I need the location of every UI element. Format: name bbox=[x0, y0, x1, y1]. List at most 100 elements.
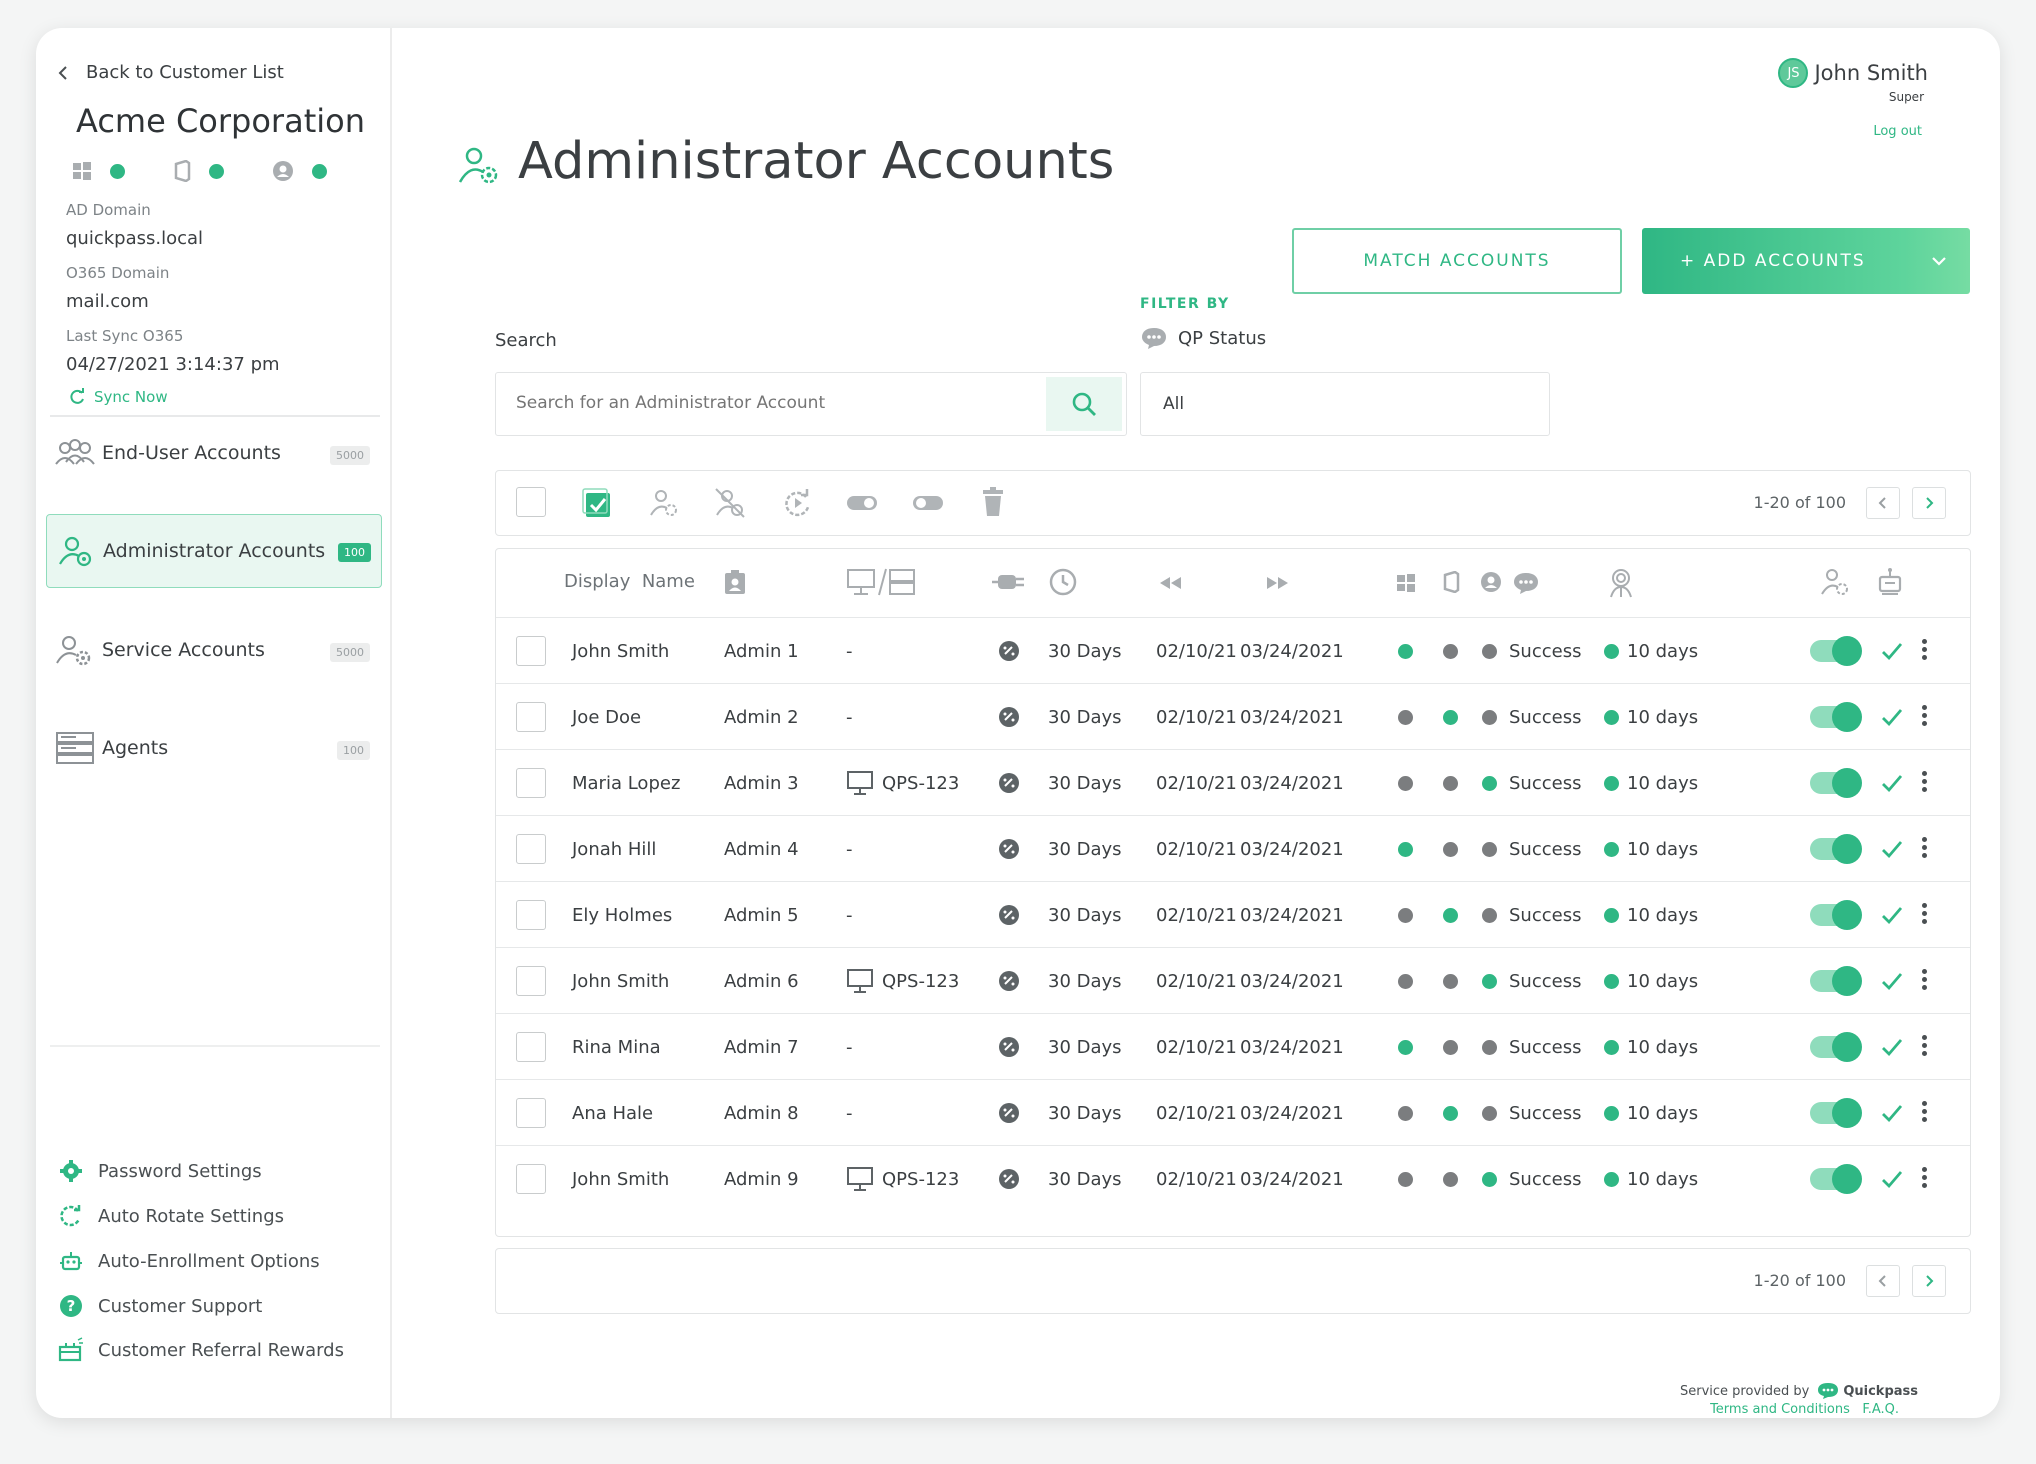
remove-admin-icon[interactable] bbox=[714, 487, 746, 519]
windows-status-dot bbox=[1398, 709, 1413, 725]
qp-status-text: Success bbox=[1509, 706, 1582, 728]
table-row[interactable]: Ely Holmes Admin 5 - 30 Days 02/10/21 03/24/2… bbox=[496, 881, 1970, 947]
row-checkbox[interactable] bbox=[516, 702, 546, 732]
count-badge: 5000 bbox=[330, 446, 370, 465]
user-status-dot bbox=[1482, 907, 1497, 923]
password-policy-cell bbox=[998, 1146, 1020, 1212]
account-toggle[interactable] bbox=[1810, 1164, 1862, 1194]
table-row[interactable]: Maria Lopez Admin 3 QPS-123 30 Days 02/10/21… bbox=[496, 749, 1970, 815]
device-cell: QPS-123 bbox=[846, 948, 959, 1014]
user-menu[interactable]: JS John Smith bbox=[1778, 58, 1928, 88]
status-dot bbox=[312, 163, 327, 179]
add-accounts-button[interactable]: + ADD ACCOUNTS bbox=[1642, 228, 1970, 294]
table-row[interactable]: Rina Mina Admin 7 - 30 Days 02/10/21 03/24/20… bbox=[496, 1013, 1970, 1079]
sidebar-item-agents[interactable]: Agents 100 bbox=[46, 711, 382, 785]
table-row[interactable]: John Smith Admin 1 - 30 Days 02/10/21 03/24/2… bbox=[496, 617, 1970, 683]
terms-link[interactable]: Terms and Conditions bbox=[1710, 1402, 1850, 1417]
row-menu-button[interactable] bbox=[1922, 636, 1928, 663]
account-toggle[interactable] bbox=[1810, 768, 1862, 798]
search-icon bbox=[1072, 392, 1096, 416]
row-menu-button[interactable] bbox=[1922, 1164, 1928, 1191]
select-all-checkbox[interactable] bbox=[516, 487, 546, 517]
auto-rotate-settings-link[interactable]: Auto Rotate Settings bbox=[58, 1203, 284, 1229]
row-menu-button[interactable] bbox=[1922, 900, 1928, 927]
password-settings-link[interactable]: Password Settings bbox=[58, 1158, 262, 1184]
row-checkbox[interactable] bbox=[516, 768, 546, 798]
sidebar-item-label: Service Accounts bbox=[102, 639, 265, 661]
account-toggle[interactable] bbox=[1810, 834, 1862, 864]
back-link[interactable]: Back to Customer List bbox=[54, 62, 284, 83]
search-button[interactable] bbox=[1046, 377, 1122, 431]
windows-status-cell bbox=[1398, 1080, 1413, 1146]
row-menu-button[interactable] bbox=[1922, 966, 1928, 993]
toggle-off-icon[interactable] bbox=[912, 493, 944, 513]
row-checkbox[interactable] bbox=[516, 1164, 546, 1194]
row-menu-button[interactable] bbox=[1922, 834, 1928, 861]
ad-domain-value: quickpass.local bbox=[66, 228, 204, 249]
sync-now-link[interactable]: Sync Now bbox=[68, 388, 168, 406]
office-status-dot bbox=[1443, 643, 1458, 659]
windows-status-cell bbox=[1398, 882, 1413, 948]
table-row[interactable]: John Smith Admin 6 QPS-123 30 Days 02/10/21 0… bbox=[496, 947, 1970, 1013]
row-checkbox[interactable] bbox=[516, 900, 546, 930]
account-toggle[interactable] bbox=[1810, 966, 1862, 996]
sidebar-item-end-user-accounts[interactable]: End-User Accounts 5000 bbox=[46, 416, 382, 490]
toggle-on-icon[interactable] bbox=[846, 493, 878, 513]
row-menu-button[interactable] bbox=[1922, 1032, 1928, 1059]
user-status-cell: Success bbox=[1482, 750, 1581, 816]
row-menu-button[interactable] bbox=[1922, 768, 1928, 795]
table-header: Display Name bbox=[496, 549, 1970, 617]
row-checkbox[interactable] bbox=[516, 1032, 546, 1062]
account-toggle[interactable] bbox=[1810, 636, 1862, 666]
rotate-icon[interactable] bbox=[782, 487, 814, 519]
rotation-days: 30 Days bbox=[1048, 640, 1122, 662]
account-toggle[interactable] bbox=[1810, 702, 1862, 732]
kebab-dot bbox=[1922, 779, 1927, 784]
account-toggle[interactable] bbox=[1810, 1032, 1862, 1062]
user-status-cell: Success bbox=[1482, 618, 1581, 684]
expiry-cell: 10 days bbox=[1604, 816, 1698, 882]
previous-page-button[interactable] bbox=[1866, 487, 1900, 519]
logout-link[interactable]: Log out bbox=[1873, 124, 1922, 139]
qp-status-select[interactable]: All bbox=[1140, 372, 1550, 436]
previous-page-button[interactable] bbox=[1866, 1265, 1900, 1297]
customer-support-link[interactable]: ? Customer Support bbox=[58, 1293, 262, 1319]
faq-link[interactable]: F.A.Q. bbox=[1862, 1402, 1899, 1417]
column-header-display-name[interactable]: Display Name bbox=[564, 571, 695, 592]
check-icon bbox=[1882, 643, 1903, 661]
checkbox-checked-icon[interactable] bbox=[582, 487, 612, 519]
next-page-button[interactable] bbox=[1912, 1265, 1946, 1297]
row-menu-button[interactable] bbox=[1922, 1098, 1928, 1125]
auto-enrollment-options-link[interactable]: Auto-Enrollment Options bbox=[58, 1248, 320, 1274]
trash-icon[interactable] bbox=[980, 487, 1006, 517]
table-row[interactable]: John Smith Admin 9 QPS-123 30 Days 02/10/21 0… bbox=[496, 1145, 1970, 1211]
row-checkbox[interactable] bbox=[516, 834, 546, 864]
windows-status-cell bbox=[1398, 1146, 1413, 1212]
expiry-text: 10 days bbox=[1627, 1168, 1699, 1190]
customer-referral-rewards-link[interactable]: Customer Referral Rewards bbox=[58, 1337, 344, 1363]
next-rotation-date: 03/24/2021 bbox=[1240, 1102, 1344, 1124]
password-policy-cell bbox=[998, 750, 1020, 816]
sidebar-item-administrator-accounts[interactable]: Administrator Accounts 100 bbox=[46, 514, 382, 588]
rotation-days: 30 Days bbox=[1048, 1102, 1122, 1124]
search-input[interactable] bbox=[516, 373, 1036, 433]
office-status-dot bbox=[1443, 973, 1458, 989]
table-row[interactable]: Joe Doe Admin 2 - 30 Days 02/10/21 03/24/2021… bbox=[496, 683, 1970, 749]
bottom-link-label: Customer Referral Rewards bbox=[98, 1339, 344, 1361]
account-toggle[interactable] bbox=[1810, 1098, 1862, 1128]
windows-status-dot bbox=[1398, 907, 1413, 923]
admin-user-icon[interactable] bbox=[648, 487, 680, 519]
next-page-button[interactable] bbox=[1912, 487, 1946, 519]
row-checkbox[interactable] bbox=[516, 636, 546, 666]
sidebar-item-service-accounts[interactable]: Service Accounts 5000 bbox=[46, 613, 382, 687]
match-accounts-button[interactable]: MATCH ACCOUNTS bbox=[1292, 228, 1622, 294]
row-checkbox[interactable] bbox=[516, 1098, 546, 1128]
table-row[interactable]: Ana Hale Admin 8 - 30 Days 02/10/21 03/24/202… bbox=[496, 1079, 1970, 1145]
user-status-dot bbox=[1482, 973, 1497, 989]
account-toggle[interactable] bbox=[1810, 900, 1862, 930]
row-menu-button[interactable] bbox=[1922, 702, 1928, 729]
row-checkbox[interactable] bbox=[516, 966, 546, 996]
table-row[interactable]: Jonah Hill Admin 4 - 30 Days 02/10/21 03/24/2… bbox=[496, 815, 1970, 881]
user-circle-icon bbox=[1481, 572, 1501, 592]
office-status-cell bbox=[1443, 1080, 1458, 1146]
